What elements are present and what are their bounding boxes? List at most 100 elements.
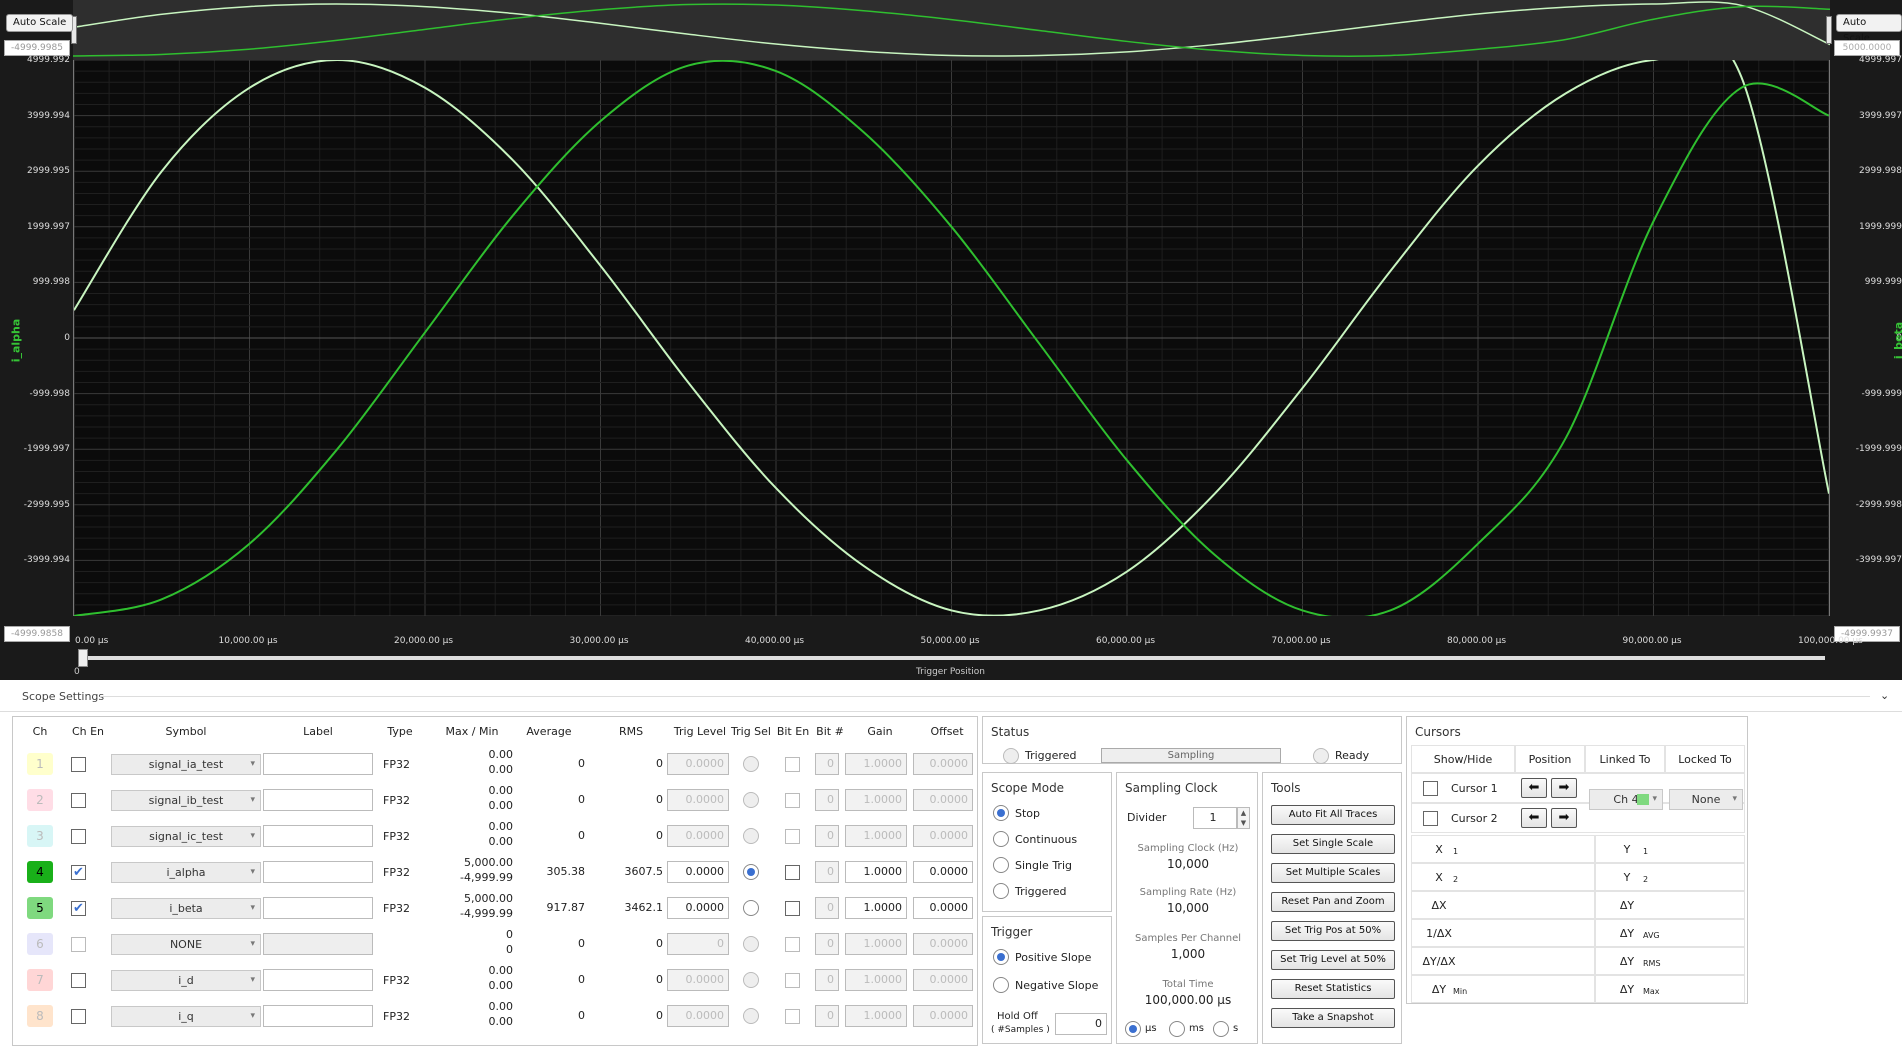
trigger-slope-radio[interactable]: [993, 977, 1009, 993]
trig-sel-radio[interactable]: [743, 972, 759, 988]
offset-input[interactable]: 0.0000: [913, 789, 973, 811]
gain-input[interactable]: 1.0000: [845, 825, 907, 847]
bit-enable-checkbox[interactable]: [785, 865, 800, 880]
trig-sel-radio[interactable]: [743, 900, 759, 916]
set-multiple-scales-button[interactable]: Set Multiple Scales: [1271, 863, 1395, 883]
arrow-left-icon[interactable]: ⬅: [1521, 778, 1547, 798]
left-range-max-input[interactable]: -4999.9985: [4, 40, 70, 56]
overview-right-handle[interactable]: [1826, 16, 1832, 44]
trig-level-input[interactable]: 0.0000: [667, 789, 729, 811]
overview-strip[interactable]: [72, 0, 1831, 60]
gain-input[interactable]: 1.0000: [845, 1005, 907, 1027]
scope-mode-radio[interactable]: [993, 831, 1009, 847]
plot-area[interactable]: [73, 37, 1830, 620]
bit-number-input[interactable]: 0: [815, 933, 839, 955]
bit-enable-checkbox[interactable]: [785, 937, 800, 952]
divider-spinner[interactable]: ▲ ▼: [1237, 807, 1250, 829]
arrow-right-icon[interactable]: ➡: [1551, 808, 1577, 828]
label-input[interactable]: [263, 969, 373, 991]
gain-input[interactable]: 1.0000: [845, 933, 907, 955]
linked-to-select[interactable]: Ch 4: [1589, 789, 1663, 810]
gain-input[interactable]: 1.0000: [845, 969, 907, 991]
time-unit-radio[interactable]: [1213, 1021, 1229, 1037]
gain-input[interactable]: 1.0000: [845, 897, 907, 919]
label-input[interactable]: [263, 933, 373, 955]
trig-sel-radio[interactable]: [743, 756, 759, 772]
offset-input[interactable]: 0.0000: [913, 1005, 973, 1027]
offset-input[interactable]: 0.0000: [913, 861, 973, 883]
trig-sel-radio[interactable]: [743, 792, 759, 808]
symbol-select[interactable]: NONE: [111, 934, 261, 955]
bit-number-input[interactable]: 0: [815, 897, 839, 919]
scope-mode-radio[interactable]: [993, 883, 1009, 899]
trig-level-input[interactable]: 0: [667, 933, 729, 955]
channel-enable-checkbox[interactable]: [71, 937, 86, 952]
trigger-position-thumb[interactable]: [78, 649, 88, 667]
cursor-show-checkbox[interactable]: [1423, 781, 1438, 796]
bit-enable-checkbox[interactable]: [785, 1009, 800, 1024]
arrow-left-icon[interactable]: ⬅: [1521, 808, 1547, 828]
trig-level-input[interactable]: 0.0000: [667, 825, 729, 847]
trig-level-input[interactable]: 0.0000: [667, 1005, 729, 1027]
symbol-select[interactable]: i_alpha: [111, 862, 261, 883]
locked-to-select[interactable]: None: [1669, 789, 1743, 810]
gain-input[interactable]: 1.0000: [845, 753, 907, 775]
bit-number-input[interactable]: 0: [815, 1005, 839, 1027]
trig-level-input[interactable]: 0.0000: [667, 897, 729, 919]
trig-level-input[interactable]: 0.0000: [667, 861, 729, 883]
offset-input[interactable]: 0.0000: [913, 825, 973, 847]
symbol-select[interactable]: signal_ic_test: [111, 826, 261, 847]
bit-number-input[interactable]: 0: [815, 825, 839, 847]
cursor-show-checkbox[interactable]: [1423, 811, 1438, 826]
label-input[interactable]: [263, 825, 373, 847]
channel-enable-checkbox[interactable]: [71, 757, 86, 772]
bit-enable-checkbox[interactable]: [785, 973, 800, 988]
bit-enable-checkbox[interactable]: [785, 793, 800, 808]
bit-number-input[interactable]: 0: [815, 753, 839, 775]
symbol-select[interactable]: signal_ib_test: [111, 790, 261, 811]
bit-enable-checkbox[interactable]: [785, 829, 800, 844]
time-unit-radio[interactable]: [1169, 1021, 1185, 1037]
set-single-scale-button[interactable]: Set Single Scale: [1271, 834, 1395, 854]
auto-scale-right-button[interactable]: Auto Scale: [1836, 14, 1902, 44]
symbol-select[interactable]: i_d: [111, 970, 261, 991]
label-input[interactable]: [263, 1005, 373, 1027]
gain-input[interactable]: 1.0000: [845, 789, 907, 811]
label-input[interactable]: [263, 789, 373, 811]
offset-input[interactable]: 0.0000: [913, 969, 973, 991]
gain-input[interactable]: 1.0000: [845, 861, 907, 883]
right-range-max-input[interactable]: 5000.0000: [1834, 40, 1900, 56]
trig-sel-radio[interactable]: [743, 1008, 759, 1024]
left-range-min-input[interactable]: -4999.9858: [4, 626, 70, 642]
chevron-down-icon[interactable]: ⌄: [1880, 689, 1889, 702]
label-input[interactable]: [263, 897, 373, 919]
scope-mode-radio[interactable]: [993, 857, 1009, 873]
offset-input[interactable]: 0.0000: [913, 753, 973, 775]
channel-enable-checkbox[interactable]: [71, 973, 86, 988]
time-unit-radio[interactable]: [1125, 1021, 1141, 1037]
set-trig-level-at-50-button[interactable]: Set Trig Level at 50%: [1271, 950, 1395, 970]
bit-enable-checkbox[interactable]: [785, 757, 800, 772]
label-input[interactable]: [263, 753, 373, 775]
auto-scale-left-button[interactable]: Auto Scale: [6, 14, 74, 32]
channel-enable-checkbox[interactable]: ✔: [71, 901, 86, 916]
scope-settings-header[interactable]: Scope Settings ⌄: [0, 680, 1902, 712]
offset-input[interactable]: 0.0000: [913, 933, 973, 955]
arrow-right-icon[interactable]: ➡: [1551, 778, 1577, 798]
label-input[interactable]: [263, 861, 373, 883]
take-a-snapshot-button[interactable]: Take a Snapshot: [1271, 1008, 1395, 1028]
reset-pan-and-zoom-button[interactable]: Reset Pan and Zoom: [1271, 892, 1395, 912]
trigger-position-track[interactable]: [80, 656, 1825, 660]
channel-enable-checkbox[interactable]: ✔: [71, 865, 86, 880]
bit-number-input[interactable]: 0: [815, 789, 839, 811]
symbol-select[interactable]: i_beta: [111, 898, 261, 919]
channel-enable-checkbox[interactable]: [71, 829, 86, 844]
trig-sel-radio[interactable]: [743, 864, 759, 880]
trig-sel-radio[interactable]: [743, 828, 759, 844]
trig-level-input[interactable]: 0.0000: [667, 753, 729, 775]
channel-enable-checkbox[interactable]: [71, 1009, 86, 1024]
reset-statistics-button[interactable]: Reset Statistics: [1271, 979, 1395, 999]
bit-number-input[interactable]: 0: [815, 861, 839, 883]
trig-level-input[interactable]: 0.0000: [667, 969, 729, 991]
symbol-select[interactable]: i_q: [111, 1006, 261, 1027]
